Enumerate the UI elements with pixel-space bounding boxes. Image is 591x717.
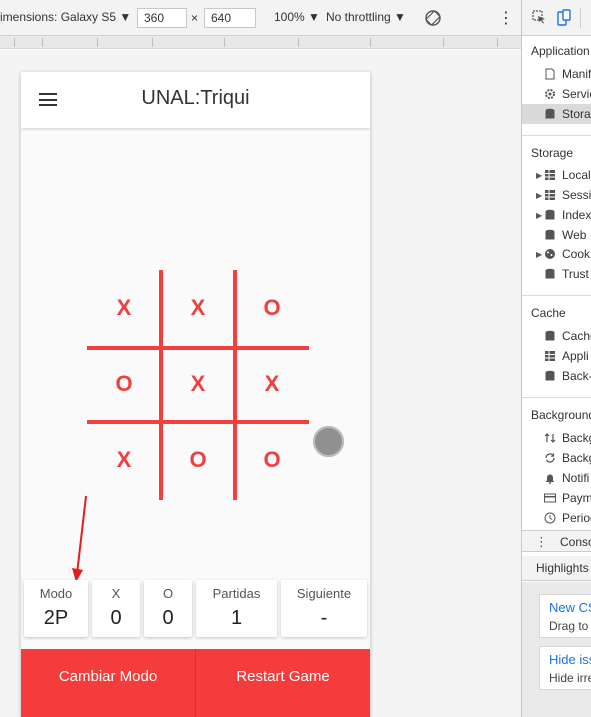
expand-arrow-icon[interactable]: ▶	[536, 171, 542, 180]
panel-item-cache-storage[interactable]: Cache	[544, 327, 591, 345]
clock-icon	[544, 512, 556, 524]
panel-item-service-workers[interactable]: Servic	[544, 85, 591, 103]
stat-x: X 0	[92, 580, 140, 637]
stat-label: O	[162, 586, 174, 601]
section-application: Application	[531, 44, 590, 58]
sync-icon	[545, 453, 555, 463]
drawer-menu-icon[interactable]: ⋮	[535, 534, 548, 550]
app-bar: UNAL:Triqui	[21, 72, 370, 128]
stat-value: -	[320, 607, 328, 629]
panel-item-back-forward-cache[interactable]: Back-	[544, 367, 591, 385]
expand-arrow-icon[interactable]: ▶	[536, 250, 542, 259]
board-cell[interactable]: O	[87, 346, 161, 422]
viewport-height-input[interactable]	[204, 8, 256, 28]
gear-icon	[545, 89, 555, 99]
cookie-icon	[545, 249, 555, 259]
panel-item-storage[interactable]: Stora	[544, 105, 591, 123]
highlight-card[interactable]: New CS Drag to	[539, 594, 591, 638]
device-toolbar: imensions: Galaxy S5 ▼ × 100% ▼ No throt…	[0, 0, 521, 36]
database-icon	[545, 330, 555, 341]
expand-arrow-icon[interactable]: ▶	[536, 211, 542, 220]
grid-icon	[545, 190, 555, 200]
stat-value: 2P	[43, 607, 69, 629]
devtools-top-bar	[522, 0, 591, 36]
panel-item-periodic-sync[interactable]: Period	[544, 509, 591, 527]
stat-siguiente: Siguiente -	[281, 580, 367, 637]
stat-label: Modo	[39, 586, 73, 601]
panel-item-trust-tokens[interactable]: Trust	[544, 265, 589, 283]
panel-item-payment-handler[interactable]: Paym	[544, 489, 591, 507]
change-mode-button[interactable]: Cambiar Modo	[21, 649, 195, 717]
database-icon	[545, 268, 555, 279]
panel-item-local-storage[interactable]: Local	[544, 166, 591, 184]
game-board: X X O O X X X O O	[87, 270, 309, 500]
panel-item-cookies[interactable]: Cook	[544, 245, 590, 263]
phone-app: UNAL:Triqui X X O O X X X O O Modo 2P X …	[21, 72, 370, 717]
times-label: ×	[191, 11, 199, 25]
highlights-tab[interactable]: Highlights	[522, 556, 591, 581]
panel-item-session-storage[interactable]: Sessio	[544, 186, 591, 204]
grid-icon	[545, 351, 555, 361]
board-cell[interactable]: X	[161, 346, 235, 422]
panel-item-background-sync[interactable]: Backg	[544, 449, 591, 467]
inspect-element-icon[interactable]	[532, 10, 546, 24]
board-cell[interactable]: X	[161, 270, 235, 346]
panel-item-indexeddb[interactable]: Index	[544, 206, 591, 224]
stat-o: O 0	[144, 580, 192, 637]
panel-item-application-cache[interactable]: Appli	[544, 347, 589, 365]
section-cache: Cache	[531, 306, 566, 320]
annotation-arrow-icon	[72, 495, 87, 582]
database-icon	[545, 108, 555, 119]
board-cell[interactable]: X	[87, 270, 161, 346]
media-query-ruler	[0, 36, 521, 49]
console-drawer-tab[interactable]: ⋮ Conso	[522, 530, 591, 552]
board-cell[interactable]: O	[235, 422, 309, 498]
grid-icon	[545, 170, 555, 180]
expand-arrow-icon[interactable]: ▶	[536, 191, 542, 200]
board-cell[interactable]: O	[161, 422, 235, 498]
device-select[interactable]: imensions: Galaxy S5 ▼	[0, 10, 131, 24]
database-icon	[545, 370, 555, 381]
highlight-card[interactable]: Hide iss Hide irre	[539, 646, 591, 690]
stat-modo: Modo 2P	[24, 580, 88, 637]
rotate-icon[interactable]	[424, 9, 442, 27]
stat-label: Partidas	[212, 586, 261, 601]
stat-value: 0	[162, 607, 174, 629]
section-storage: Storage	[531, 146, 574, 160]
document-icon	[545, 68, 555, 80]
restart-game-button[interactable]: Restart Game	[195, 649, 370, 717]
panel-item-manifest[interactable]: Manif	[544, 65, 591, 83]
stat-value: 0	[110, 607, 122, 629]
viewport-width-input[interactable]	[137, 8, 187, 28]
credit-card-icon	[544, 493, 556, 503]
more-options-icon[interactable]: ⋮	[498, 8, 514, 28]
panel-item-web-sql[interactable]: Web	[544, 226, 586, 244]
throttling-select[interactable]: No throttling ▼	[326, 10, 406, 24]
touch-cursor-indicator	[313, 426, 344, 457]
bell-icon	[546, 474, 554, 484]
database-icon	[545, 229, 555, 240]
panel-item-notifications[interactable]: Notifi	[544, 469, 589, 487]
board-cell[interactable]: O	[235, 270, 309, 346]
stat-label: X	[111, 586, 121, 601]
stat-label: Siguiente	[296, 586, 352, 601]
section-background-services: Background	[531, 408, 591, 422]
app-title: UNAL:Triqui	[141, 87, 250, 109]
zoom-select[interactable]: 100% ▼	[274, 10, 320, 24]
up-down-arrows-icon	[544, 433, 556, 443]
highlights-content: New CS Drag to Hide iss Hide irre	[522, 582, 591, 717]
panel-item-background-fetch[interactable]: Backg	[544, 429, 591, 447]
database-icon	[545, 209, 555, 220]
board-cell[interactable]: X	[235, 346, 309, 422]
action-buttons: Cambiar Modo Restart Game	[21, 649, 370, 717]
stat-partidas: Partidas 1	[196, 580, 277, 637]
device-toolbar-icon[interactable]	[557, 9, 571, 27]
stat-value: 1	[230, 607, 243, 629]
devtools-application-panel: Application Manif Servic Stora Storage ▶…	[521, 0, 591, 717]
board-cell[interactable]: X	[87, 422, 161, 498]
stats-bar: Modo 2P X 0 O 0 Partidas 1 Siguiente -	[21, 580, 370, 638]
